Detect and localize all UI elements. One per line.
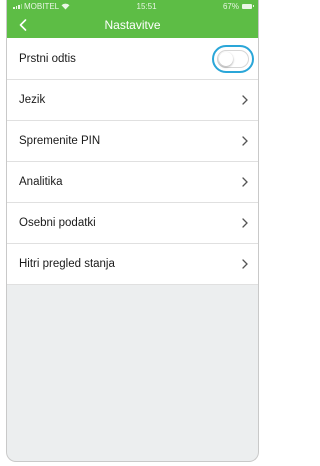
signal-icon (13, 3, 22, 9)
settings-row-label: Analitika (19, 176, 63, 188)
settings-row-language[interactable]: Jezik (7, 80, 258, 121)
settings-row-analytics[interactable]: Analitika (7, 162, 258, 203)
toggle-knob (219, 51, 233, 66)
settings-row-label: Jezik (19, 94, 46, 106)
settings-row-label: Spremenite PIN (19, 135, 101, 147)
back-button[interactable] (13, 15, 33, 35)
settings-row-label: Hitri pregled stanja (19, 258, 115, 270)
status-bar: MOBITEL 15:51 67% (7, 0, 258, 12)
nav-bar: Nastavitve (7, 12, 258, 38)
fingerprint-toggle[interactable] (217, 49, 249, 68)
settings-row-fingerprint: Prstni odtis (7, 38, 258, 80)
settings-row-personal-data[interactable]: Osebni podatki (7, 203, 258, 244)
chevron-right-icon (242, 259, 248, 269)
page-title: Nastavitve (104, 18, 161, 32)
settings-row-label: Osebni podatki (19, 217, 96, 229)
wifi-icon (61, 3, 70, 10)
phone-screen: MOBITEL 15:51 67% Nastavitve Prstni odti… (6, 0, 259, 462)
settings-list: Prstni odtis Jezik Spremenite PIN Analit… (7, 38, 258, 285)
battery-icon (241, 3, 254, 9)
chevron-left-icon (19, 19, 27, 31)
battery-percent: 67% (222, 1, 239, 11)
chevron-right-icon (242, 218, 248, 228)
status-right: 67% (222, 1, 254, 11)
chevron-right-icon (242, 177, 248, 187)
fingerprint-label: Prstni odtis (19, 52, 76, 65)
settings-row-change-pin[interactable]: Spremenite PIN (7, 121, 258, 162)
chevron-right-icon (242, 136, 248, 146)
carrier-label: MOBITEL (24, 1, 60, 11)
fingerprint-toggle-highlight (212, 44, 254, 73)
status-time: 15:51 (136, 1, 157, 11)
chevron-right-icon (242, 95, 248, 105)
status-left: MOBITEL (13, 2, 70, 11)
settings-row-quick-balance[interactable]: Hitri pregled stanja (7, 244, 258, 285)
